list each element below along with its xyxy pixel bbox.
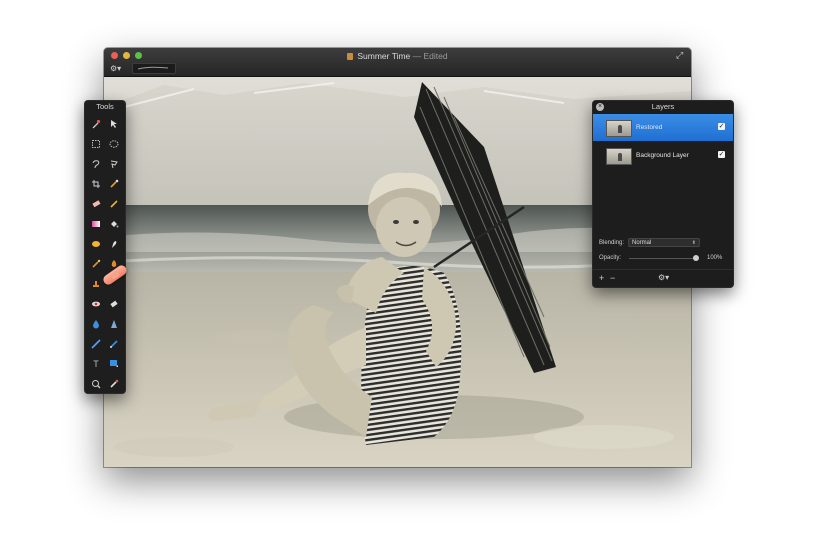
blur-drop-icon[interactable] — [87, 314, 105, 334]
paint-bucket-icon[interactable] — [105, 214, 123, 234]
tools-grid: T — [87, 114, 123, 394]
text-icon[interactable]: T — [87, 354, 105, 374]
opacity-label: Opacity: — [599, 255, 622, 261]
opacity-slider[interactable] — [629, 255, 699, 261]
layer-visibility-checkbox[interactable]: ✓ — [718, 123, 725, 130]
shape-icon[interactable] — [105, 354, 123, 374]
layer-name: Restored — [636, 124, 663, 131]
gear-icon[interactable]: ⚙▾ — [110, 64, 121, 73]
add-layer-button[interactable]: + — [599, 273, 604, 283]
line-icon[interactable] — [87, 334, 105, 354]
tools-panel-title: Tools — [96, 102, 114, 111]
layers-panel: × Layers Restored ✓ Background Layer ✓ B… — [592, 100, 734, 288]
layer-visibility-checkbox[interactable]: ✓ — [718, 151, 725, 158]
remove-layer-button[interactable]: − — [610, 273, 615, 283]
layers-footer: + − ⚙▾ — [592, 269, 734, 288]
lasso-icon[interactable] — [87, 154, 105, 174]
opacity-slider-knob[interactable] — [693, 255, 699, 261]
opacity-value: 100% — [707, 255, 723, 261]
eraser-alt-icon[interactable] — [105, 294, 123, 314]
layer-thumbnail — [606, 148, 632, 165]
ellipse-select-icon[interactable] — [105, 134, 123, 154]
pencil-icon[interactable] — [105, 194, 123, 214]
brush-stroke-icon — [137, 66, 169, 70]
select-arrows-icon: ⬍ — [691, 240, 696, 246]
zoom-icon[interactable] — [87, 374, 105, 394]
pen-icon[interactable] — [105, 334, 123, 354]
eyedropper-icon[interactable] — [105, 174, 123, 194]
color-brush-icon[interactable] — [105, 374, 123, 394]
blending-row: Blending: Normal ⬍ — [599, 238, 700, 247]
eraser-icon[interactable] — [87, 194, 105, 214]
layer-thumbnail — [606, 120, 632, 137]
blending-value: Normal — [632, 240, 652, 246]
sharpen-icon[interactable] — [105, 314, 123, 334]
rect-select-icon[interactable] — [87, 134, 105, 154]
fullscreen-arrows-icon[interactable]: ⤢ — [676, 51, 685, 60]
crop-icon[interactable] — [87, 174, 105, 194]
magic-wand-icon[interactable] — [87, 114, 105, 134]
edited-status: — Edited — [412, 51, 448, 61]
layer-row[interactable]: Background Layer ✓ — [593, 142, 733, 169]
document-title: Summer Time — [357, 51, 411, 61]
brush-preview[interactable] — [132, 63, 176, 74]
sponge-icon[interactable] — [87, 234, 105, 254]
document-icon — [347, 53, 354, 60]
layer-row[interactable]: Restored ✓ — [593, 114, 733, 141]
opacity-row: Opacity: 100% — [599, 255, 722, 261]
gradient-icon[interactable] — [87, 214, 105, 234]
gear-icon[interactable]: ⚙▾ — [658, 273, 669, 283]
tools-panel: Tools T — [84, 100, 126, 394]
close-panel-icon[interactable]: × — [596, 103, 604, 111]
layer-name: Background Layer — [636, 152, 689, 159]
move-arrow-icon[interactable] — [105, 114, 123, 134]
red-eye-icon[interactable] — [87, 294, 105, 314]
blending-select[interactable]: Normal ⬍ — [628, 238, 700, 247]
layers-panel-title: Layers — [651, 102, 675, 111]
title-bar[interactable]: Summer Time — Edited ⤢ ⚙▾ — [104, 48, 691, 77]
blending-label: Blending: — [599, 240, 625, 246]
window-title: Summer Time — Edited — [104, 50, 691, 62]
brush-icon[interactable] — [87, 254, 105, 274]
smudge-icon[interactable] — [105, 234, 123, 254]
polygon-lasso-icon[interactable] — [105, 154, 123, 174]
clone-stamp-icon[interactable] — [87, 274, 105, 294]
